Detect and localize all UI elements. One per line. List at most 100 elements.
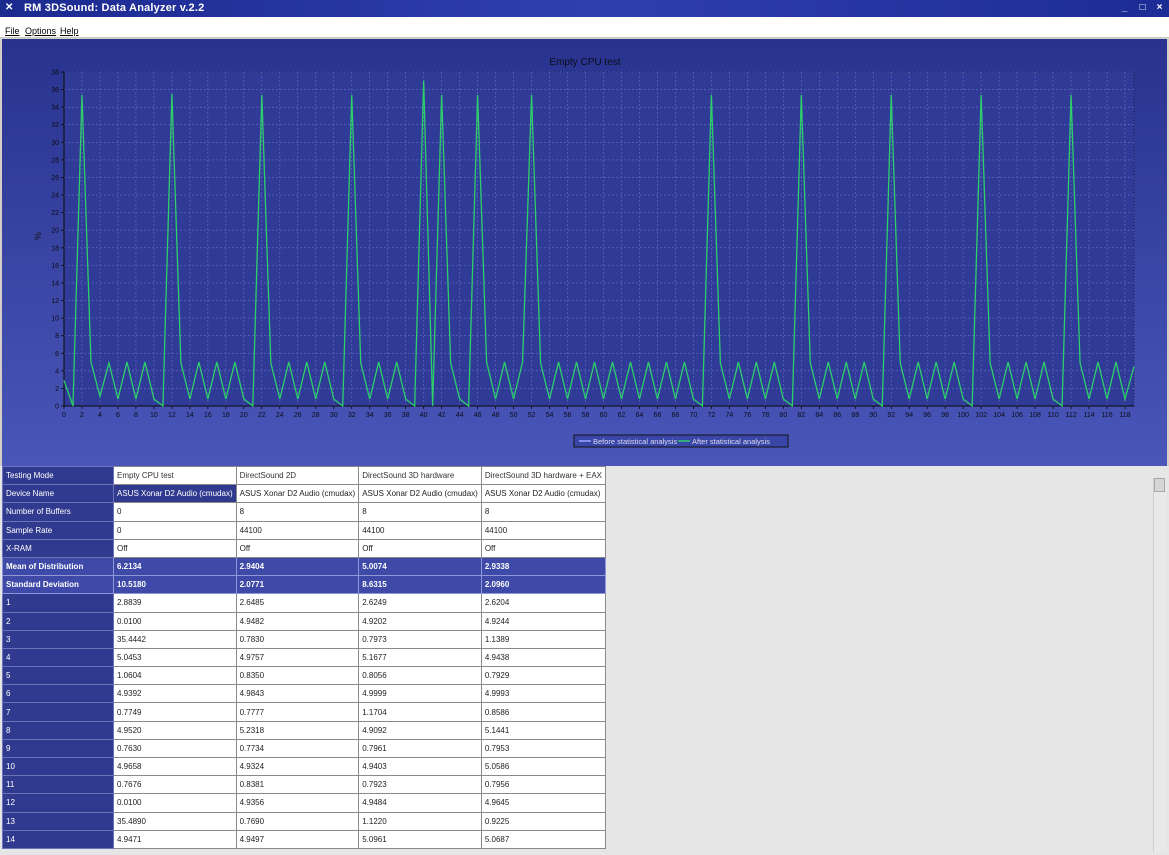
table-cell[interactable]: 0.7929 [480,666,607,686]
table-cell[interactable]: 5.0586 [480,756,607,777]
row-header[interactable]: 1 [2,593,114,613]
table-row[interactable]: Sample Rate 0 44100 44100 44100 [2,520,607,540]
menu-help[interactable]: Help [60,26,79,36]
table-cell[interactable]: 8 [235,502,360,522]
table-cell[interactable]: 5.1441 [480,720,607,740]
table-cell[interactable]: 2.9404 [235,556,360,577]
title-bar[interactable]: ✕ RM 3DSound: Data Analyzer v.2.2 _ □ × [0,0,1169,17]
minimize-button[interactable]: _ [1118,2,1131,14]
table-cell[interactable]: 5.2318 [235,720,360,740]
vertical-scrollbar[interactable] [1153,478,1166,852]
table-row[interactable]: 8 4.9520 5.2318 4.9092 5.1441 [2,720,607,740]
table-cell[interactable]: 4.9471 [113,829,237,849]
row-header[interactable]: 13 [2,811,114,831]
table-cell[interactable]: 4.9484 [358,793,482,813]
table-cell[interactable]: 4.9993 [480,684,607,704]
table-cell[interactable]: 0.7690 [235,811,360,831]
table-cell[interactable]: 0.7676 [113,775,237,795]
row-header[interactable]: 2 [2,611,114,631]
table-cell[interactable]: 10.5180 [113,575,237,595]
table-cell[interactable]: 4.9392 [113,684,237,704]
table-row[interactable]: 14 4.9471 4.9497 5.0961 5.0687 [2,829,607,849]
table-cell[interactable]: 4.9645 [480,793,607,813]
table-cell[interactable]: 0.8350 [235,666,360,686]
table-cell[interactable]: 0.7777 [235,702,360,722]
row-header[interactable]: 10 [2,756,114,777]
table-cell[interactable]: 8.6315 [358,575,482,595]
table-cell[interactable]: 2.6204 [480,593,607,613]
table-cell[interactable]: 0.7630 [113,738,237,759]
table-cell[interactable]: 5.0453 [113,647,237,668]
table-cell[interactable]: 0.7953 [480,738,607,759]
menu-file[interactable]: File [5,26,20,36]
scrollbar-thumb[interactable] [1154,478,1165,492]
row-header[interactable]: 3 [2,629,114,649]
row-header[interactable]: Mean of Distribution [2,556,114,577]
row-header[interactable]: 14 [2,829,114,849]
row-header[interactable]: X-RAM [2,538,114,558]
table-cell[interactable]: 1.0604 [113,666,237,686]
table-cell[interactable]: 0.7973 [358,629,482,649]
table-cell[interactable]: 1.1704 [358,702,482,722]
table-cell[interactable]: 35.4890 [113,811,237,831]
table-cell[interactable]: 0.0100 [113,793,237,813]
table-cell[interactable]: 4.9757 [235,647,360,668]
row-header[interactable]: Device Name [2,484,114,504]
table-cell[interactable]: 4.9999 [358,684,482,704]
table-row[interactable]: 4 5.0453 4.9757 5.1677 4.9438 [2,647,607,668]
table-cell[interactable]: Empty CPU test [113,466,237,486]
table-row[interactable]: 6 4.9392 4.9843 4.9999 4.9993 [2,684,607,704]
table-cell[interactable]: 2.0960 [480,575,607,595]
table-cell[interactable]: ASUS Xonar D2 Audio (cmudax) [358,484,482,504]
table-row[interactable]: 11 0.7676 0.8381 0.7923 0.7956 [2,775,607,795]
table-cell[interactable]: DirectSound 2D [235,466,360,486]
table-row[interactable]: Standard Deviation 10.5180 2.0771 8.6315 2.0… [2,575,607,595]
table-cell[interactable]: 4.9356 [235,793,360,813]
table-cell[interactable]: 0.7923 [358,775,482,795]
table-row[interactable]: 12 0.0100 4.9356 4.9484 4.9645 [2,793,607,813]
table-cell[interactable]: 0 [113,520,237,540]
table-cell[interactable]: 0 [113,502,237,522]
table-cell[interactable]: Off [113,538,237,558]
table-cell[interactable]: 0.8381 [235,775,360,795]
table-row[interactable]: Testing Mode Empty CPU test DirectSound 2D… [2,466,607,486]
table-cell[interactable]: 5.0687 [480,829,607,849]
close-button[interactable]: × [1153,2,1166,14]
table-cell[interactable]: 0.8056 [358,666,482,686]
table-cell[interactable]: 4.9520 [113,720,237,740]
table-cell[interactable]: 4.9843 [235,684,360,704]
table-cell[interactable]: Off [358,538,482,558]
table-row[interactable]: Device Name ASUS Xonar D2 Audio (cmudax) A… [2,484,607,504]
table-cell[interactable]: 2.9338 [480,556,607,577]
row-header[interactable]: 9 [2,738,114,759]
row-header[interactable]: 7 [2,702,114,722]
table-cell[interactable]: 2.0771 [235,575,360,595]
row-header[interactable]: 11 [2,775,114,795]
table-cell[interactable]: 0.8586 [480,702,607,722]
row-header[interactable]: Sample Rate [2,520,114,540]
row-header[interactable]: 6 [2,684,114,704]
table-cell[interactable]: 2.6249 [358,593,482,613]
table-cell[interactable]: 5.0074 [358,556,482,577]
table-cell[interactable]: ASUS Xonar D2 Audio (cmudax) [235,484,360,504]
table-cell[interactable]: 2.6485 [235,593,360,613]
row-header[interactable]: Standard Deviation [2,575,114,595]
table-cell[interactable]: 4.9497 [235,829,360,849]
table-row[interactable]: 3 35.4442 0.7830 0.7973 1.1389 [2,629,607,649]
row-header[interactable]: 4 [2,647,114,668]
table-cell[interactable]: 4.9438 [480,647,607,668]
table-cell[interactable]: 0.0100 [113,611,237,631]
table-cell[interactable]: 44100 [358,520,482,540]
table-cell[interactable]: 8 [480,502,607,522]
table-cell[interactable]: ASUS Xonar D2 Audio (cmudax) [113,484,237,504]
table-cell[interactable]: 35.4442 [113,629,237,649]
table-row[interactable]: 2 0.0100 4.9482 4.9202 4.9244 [2,611,607,631]
table-cell[interactable]: 4.9403 [358,756,482,777]
table-row[interactable]: 7 0.7749 0.7777 1.1704 0.8586 [2,702,607,722]
table-row[interactable]: 1 2.8839 2.6485 2.6249 2.6204 [2,593,607,613]
table-row[interactable]: Mean of Distribution 6.2134 2.9404 5.0074 2.… [2,556,607,577]
table-row[interactable]: 9 0.7630 0.7734 0.7961 0.7953 [2,738,607,759]
table-cell[interactable]: 5.0961 [358,829,482,849]
table-cell[interactable]: Off [480,538,607,558]
app-logo-icon[interactable]: ✕ [5,2,16,13]
